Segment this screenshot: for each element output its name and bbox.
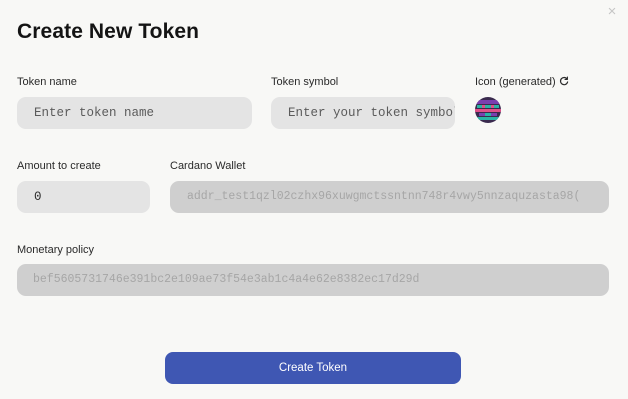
create-token-dialog: × Create New Token Token name Enter toke… <box>0 0 628 399</box>
token-symbol-input[interactable]: Enter your token symbol <box>271 97 455 129</box>
create-token-button[interactable]: Create Token <box>165 352 461 384</box>
token-name-label: Token name <box>17 76 77 88</box>
amount-label: Amount to create <box>17 160 101 172</box>
policy-label: Monetary policy <box>17 244 95 256</box>
amount-input[interactable]: 0 <box>17 181 150 213</box>
icon-label-text: Icon (generated) <box>475 76 556 88</box>
icon-label: Icon (generated) <box>475 76 569 89</box>
wallet-address-field: addr_test1qzl02czhx96xuwgmctssntnn748r4v… <box>170 181 609 213</box>
generated-token-icon <box>475 97 501 123</box>
token-symbol-label: Token symbol <box>271 76 339 88</box>
wallet-label: Cardano Wallet <box>170 160 246 172</box>
dialog-title: Create New Token <box>17 20 200 43</box>
token-name-input[interactable]: Enter token name <box>17 97 252 129</box>
refresh-icon[interactable] <box>559 76 569 89</box>
close-icon[interactable]: × <box>604 4 620 20</box>
monetary-policy-field: bef5605731746e391bc2e109ae73f54e3ab1c4a4… <box>17 264 609 296</box>
